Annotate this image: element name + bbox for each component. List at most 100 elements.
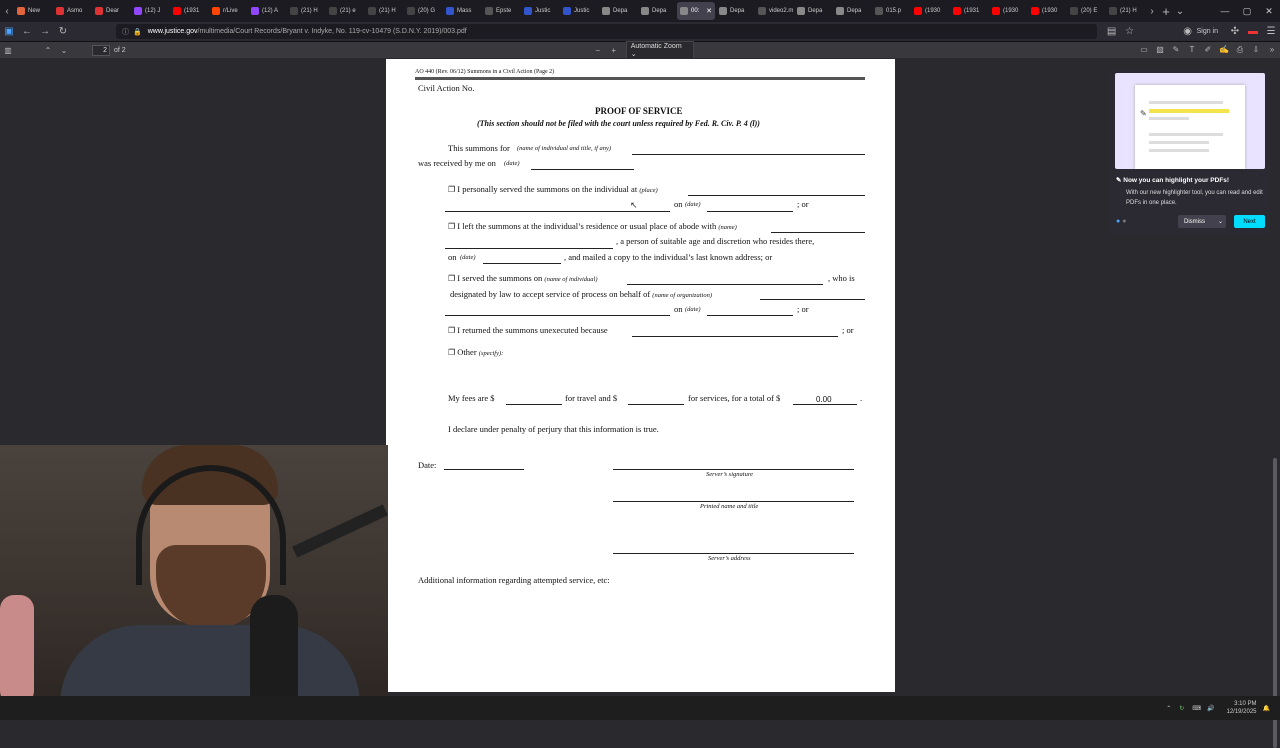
checkbox-icon[interactable]: ❐ [448, 326, 455, 335]
browser-tab[interactable]: Epste [482, 2, 520, 20]
browser-tab[interactable]: r/Live [209, 2, 247, 20]
signature-line[interactable] [613, 469, 854, 470]
account-icon[interactable]: ◉ [1179, 22, 1197, 42]
browser-tab[interactable]: Depa [794, 2, 832, 20]
browser-tab[interactable]: (1931 [170, 2, 208, 20]
signature-icon[interactable]: ✍ [1216, 45, 1232, 55]
checkbox-icon[interactable]: ❐ [448, 348, 455, 357]
browser-tab[interactable]: Dear [92, 2, 130, 20]
draw-icon[interactable]: ✐ [1200, 45, 1216, 55]
browser-tab[interactable]: (1930 [1028, 2, 1066, 20]
signin-button[interactable]: Sign in [1197, 28, 1218, 35]
browser-tab[interactable]: (21) H [365, 2, 403, 20]
browser-tab[interactable]: (20) G [404, 2, 442, 20]
url-field[interactable]: ⓘ 🔒 www.justice.gov /multimedia/Court Re… [116, 24, 1097, 39]
browser-tab[interactable]: (12) J [131, 2, 169, 20]
zoom-select[interactable]: Automatic Zoom ⌄ [625, 40, 694, 60]
browser-tab[interactable]: Asmo [53, 2, 91, 20]
travel-fee-line[interactable] [506, 404, 562, 405]
browser-tab[interactable]: (21) e [326, 2, 364, 20]
opt2-date-line[interactable] [483, 263, 561, 264]
clock[interactable]: 3:10 PM 12/19/2025 [1226, 700, 1256, 716]
browser-tab[interactable]: Mass [443, 2, 481, 20]
zoom-out-icon[interactable]: − [590, 46, 606, 55]
browser-tab[interactable]: (12) A [248, 2, 286, 20]
opt3-date-line[interactable] [707, 315, 793, 316]
extension-red-icon[interactable]: ▬ [1244, 22, 1262, 42]
browser-tab[interactable]: (21) H [1106, 2, 1144, 20]
browser-tab[interactable]: Depa [833, 2, 871, 20]
close-window-button[interactable]: ✕ [1258, 6, 1280, 17]
minimize-button[interactable]: — [1214, 6, 1236, 16]
browser-tab[interactable]: 00: ✕ [677, 2, 715, 20]
opt3-individual-line[interactable] [627, 284, 823, 285]
reload-button[interactable]: ↻ [54, 22, 72, 42]
notification-icon[interactable]: 🔔 [1263, 705, 1270, 712]
reader-view-icon[interactable]: ▤ [1103, 22, 1121, 42]
printed-name-line[interactable] [613, 501, 854, 502]
browser-tab[interactable]: (1930 [911, 2, 949, 20]
services-fee-line[interactable] [628, 404, 684, 405]
next-button[interactable]: Next [1234, 215, 1265, 228]
total-fee-line[interactable] [793, 404, 857, 405]
opt1-date-line[interactable] [707, 211, 793, 212]
browser-tab[interactable]: Justic [560, 2, 598, 20]
summons-for-line[interactable] [632, 154, 865, 155]
opt2-name-line[interactable] [771, 232, 865, 233]
browser-tab[interactable]: Depa [599, 2, 637, 20]
sidebar-toggle-icon[interactable]: ▣ [0, 22, 18, 42]
tab-scroll-left-icon[interactable]: ‹ [0, 0, 14, 22]
highlight-icon[interactable]: ✎ [1168, 45, 1184, 55]
comment-icon[interactable]: ▭ [1136, 45, 1152, 55]
total-fee-value[interactable]: 0.00 [816, 395, 832, 404]
browser-tab[interactable]: video2.m [755, 2, 793, 20]
forward-button[interactable]: → [36, 22, 54, 42]
checkbox-icon[interactable]: ❐ [448, 222, 455, 231]
maximize-button[interactable]: ▢ [1236, 6, 1258, 17]
network-icon[interactable]: ⌨ [1192, 705, 1201, 712]
extensions-icon[interactable]: ✣ [1226, 22, 1244, 42]
date-line[interactable] [444, 469, 524, 470]
tab-scroll-right-icon[interactable]: › [1145, 0, 1159, 22]
volume-icon[interactable]: 🔊 [1207, 705, 1214, 712]
zoom-in-icon[interactable]: + [606, 46, 622, 55]
save-icon[interactable]: ⇩ [1248, 45, 1264, 55]
dismiss-button[interactable]: Dismiss ⌄ [1178, 215, 1226, 228]
opt4-reason-line[interactable] [632, 336, 838, 337]
browser-tab[interactable]: (1931 [950, 2, 988, 20]
previous-page-icon[interactable]: ⌃ [40, 46, 56, 55]
tray-app-icon[interactable]: ↻ [1179, 705, 1184, 712]
checkbox-icon[interactable]: ❐ [448, 185, 455, 194]
browser-tab[interactable]: (20) E [1067, 2, 1105, 20]
bookmark-star-icon[interactable]: ☆ [1121, 22, 1139, 42]
address-line[interactable] [613, 553, 854, 554]
browser-tab[interactable]: 015.p [872, 2, 910, 20]
back-button[interactable]: ← [18, 22, 36, 42]
place-line-2[interactable] [445, 211, 670, 212]
tray-chevron-icon[interactable]: ⌃ [1166, 705, 1171, 712]
site-info-icon[interactable]: ⓘ [122, 27, 129, 37]
browser-tab[interactable]: (1930 [989, 2, 1027, 20]
new-tab-button[interactable]: + [1159, 0, 1173, 22]
opt2-name-line-2[interactable] [445, 248, 613, 249]
checkbox-icon[interactable]: ❐ [448, 274, 455, 283]
more-tools-icon[interactable]: » [1264, 45, 1280, 55]
opt3-org-line[interactable] [760, 299, 865, 300]
browser-tab[interactable]: New [14, 2, 52, 20]
browser-tab[interactable]: Depa [638, 2, 676, 20]
menu-icon[interactable]: ☰ [1262, 22, 1280, 42]
opt3-org-line-2[interactable] [445, 315, 670, 316]
next-page-icon[interactable]: ⌄ [56, 46, 72, 55]
browser-tab[interactable]: Depa [716, 2, 754, 20]
tab-list-chevron-icon[interactable]: ⌄ [1173, 0, 1187, 22]
print-icon[interactable]: ⎙ [1232, 45, 1248, 55]
close-tab-icon[interactable]: ✕ [706, 7, 712, 15]
page-number-input[interactable] [92, 44, 110, 56]
chevron-down-icon[interactable]: ⌄ [1218, 218, 1223, 225]
sidebar-toggle-icon[interactable]: ▥ [0, 46, 16, 55]
text-icon[interactable]: T [1184, 45, 1200, 55]
browser-tab[interactable]: (21) H [287, 2, 325, 20]
image-icon[interactable]: ▧ [1152, 45, 1168, 55]
received-date-line[interactable] [531, 169, 634, 170]
place-line[interactable] [688, 195, 865, 196]
